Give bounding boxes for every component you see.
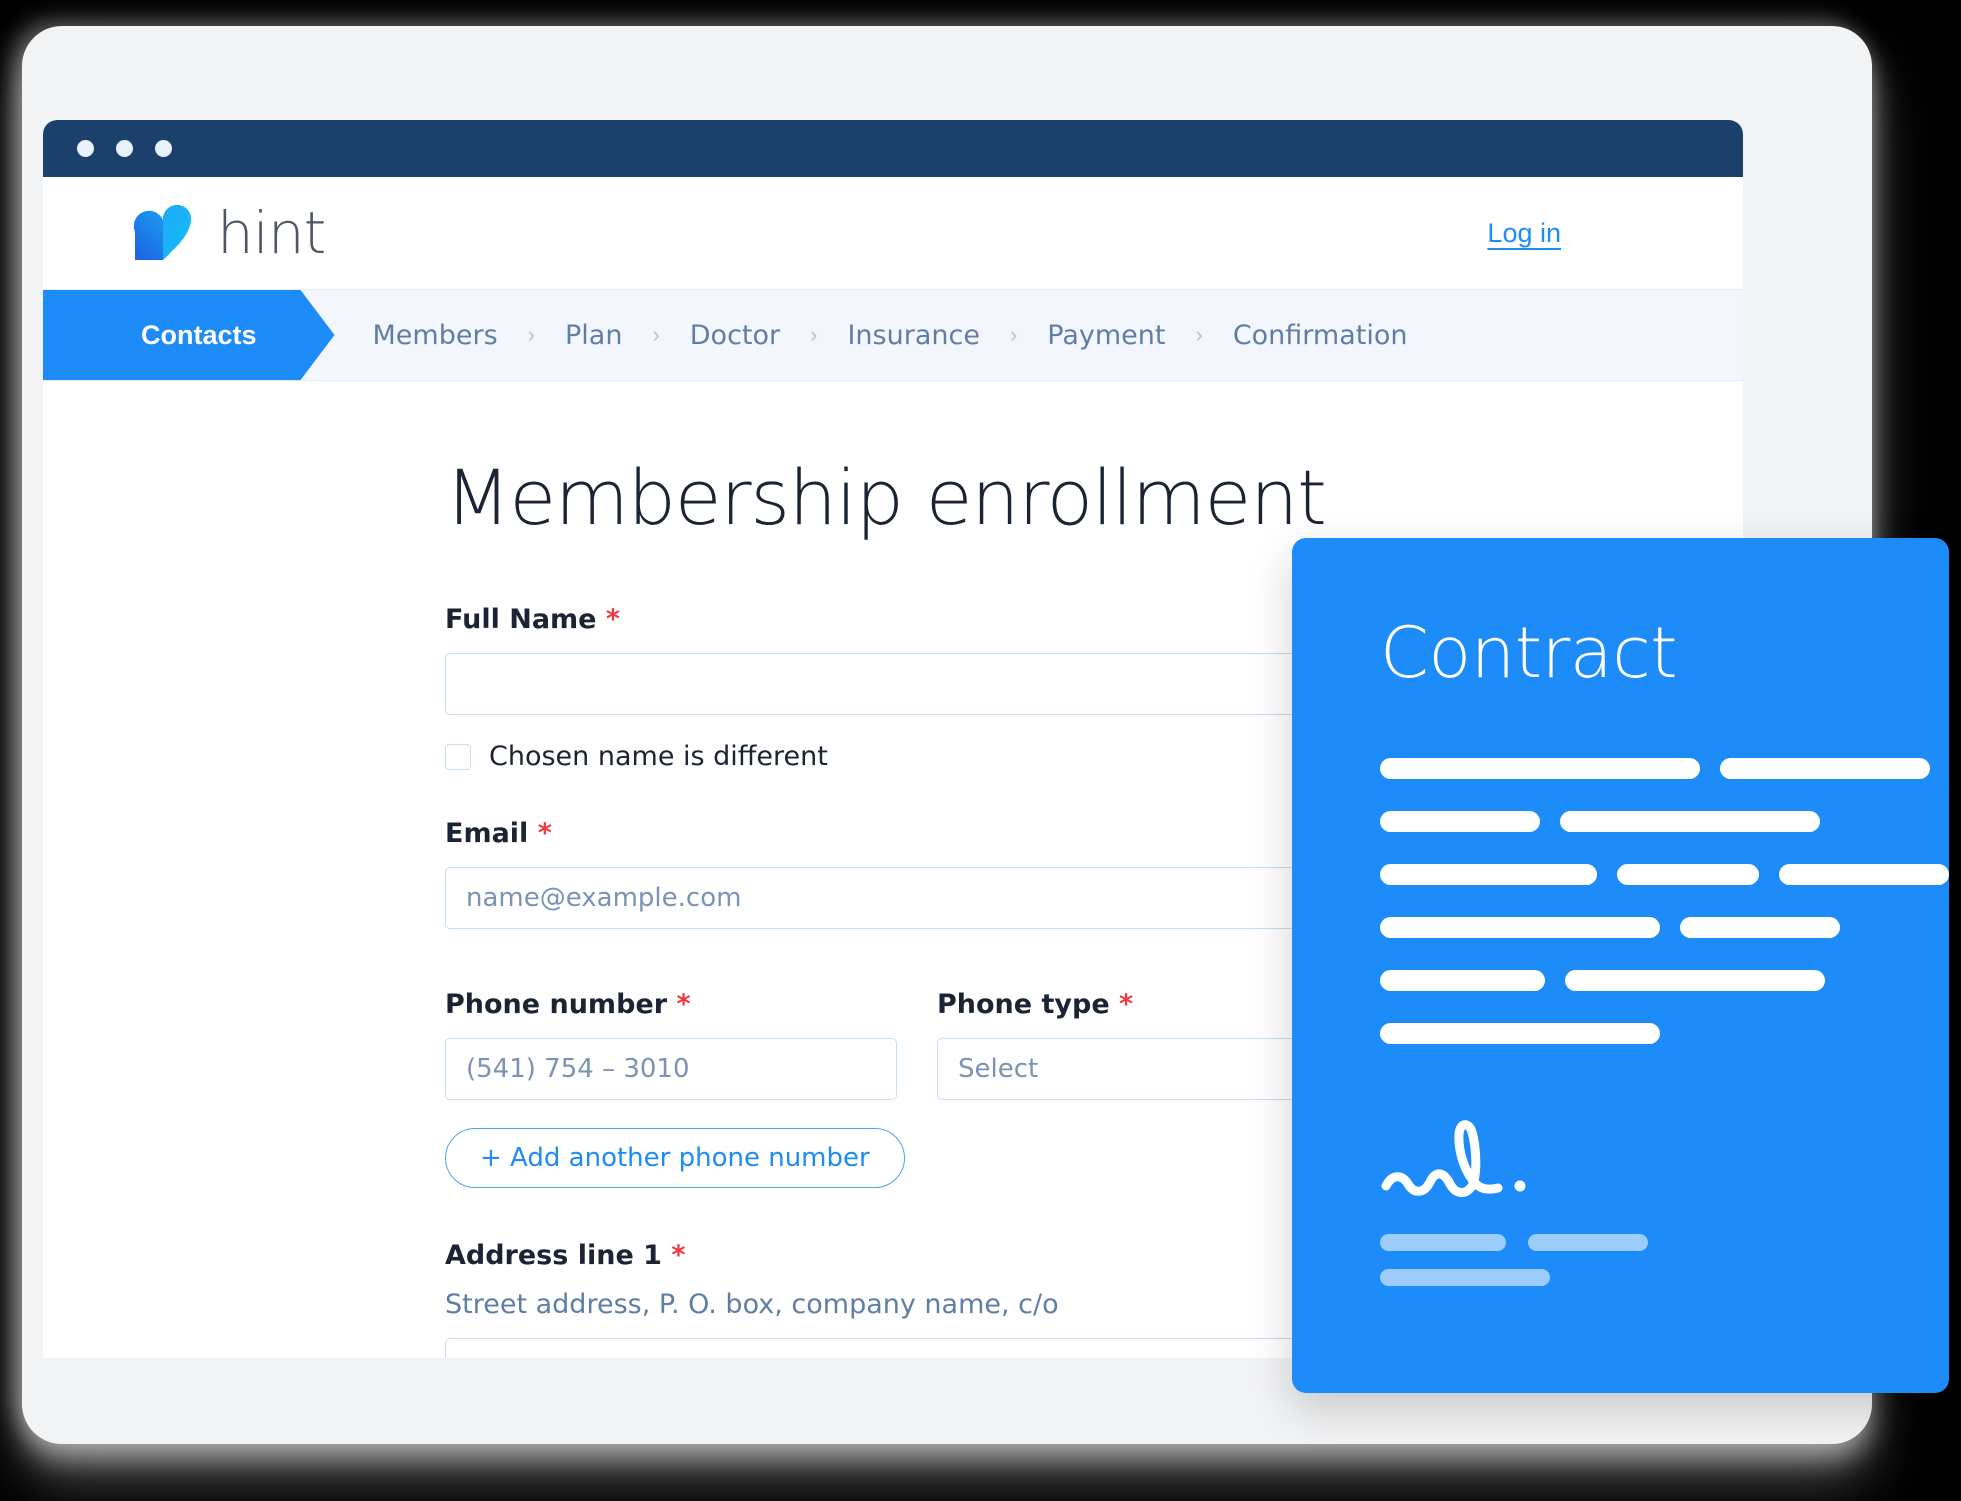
contract-title: Contract xyxy=(1380,612,1678,694)
contract-text-bar xyxy=(1680,917,1840,938)
step-insurance[interactable]: Insurance xyxy=(839,320,987,351)
chevron-right-icon: › xyxy=(1195,322,1203,347)
required-asterisk: * xyxy=(1119,989,1134,1020)
signature-text-bar xyxy=(1380,1234,1506,1251)
contract-text-bar xyxy=(1617,864,1759,885)
signature-placeholder-lines xyxy=(1380,1234,1949,1286)
step-plan[interactable]: Plan xyxy=(557,320,630,351)
step-payment[interactable]: Payment xyxy=(1039,320,1173,351)
contract-line-row xyxy=(1380,917,1949,938)
signature-line-row xyxy=(1380,1234,1949,1251)
step-doctor[interactable]: Doctor xyxy=(682,320,788,351)
full-name-label-text: Full Name xyxy=(445,604,597,635)
browser-titlebar xyxy=(43,120,1743,177)
full-name-input[interactable] xyxy=(445,653,1301,715)
signature-block xyxy=(1380,1116,1949,1286)
contract-text-bar xyxy=(1720,758,1930,779)
step-members[interactable]: Members xyxy=(365,320,506,351)
contract-text-bar xyxy=(1565,970,1825,991)
heart-logo-icon xyxy=(133,204,191,260)
contract-line-row xyxy=(1380,811,1949,832)
contract-text-bar xyxy=(1380,970,1545,991)
phone-type-group: Phone type * Select xyxy=(937,989,1301,1100)
contract-text-bar xyxy=(1560,811,1820,832)
required-asterisk: * xyxy=(537,818,552,849)
chosen-name-checkbox[interactable] xyxy=(445,743,471,770)
contract-text-bar xyxy=(1380,811,1540,832)
address-line-1-input[interactable] xyxy=(445,1338,1301,1358)
contract-card: Contract xyxy=(1292,538,1949,1393)
site-header: hint Log in xyxy=(43,177,1743,289)
contract-text-bar xyxy=(1380,758,1700,779)
contract-body-lines xyxy=(1380,758,1949,1044)
phone-number-label-text: Phone number xyxy=(445,989,668,1020)
email-input[interactable]: name@example.com xyxy=(445,867,1301,929)
step-list: Members › Plan › Doctor › Insurance › Pa… xyxy=(335,290,1416,380)
required-asterisk: * xyxy=(605,604,621,635)
contract-text-bar xyxy=(1778,864,1949,885)
chevron-right-icon: › xyxy=(527,322,535,347)
contract-text-bar xyxy=(1380,1023,1660,1044)
contract-text-bar xyxy=(1380,917,1660,938)
contract-line-row xyxy=(1380,864,1949,885)
chevron-right-icon: › xyxy=(652,322,660,347)
add-another-phone-button[interactable]: + Add another phone number xyxy=(445,1128,905,1188)
email-label-text: Email xyxy=(445,818,529,849)
chevron-right-icon: › xyxy=(810,322,818,347)
contract-line-row xyxy=(1380,970,1949,991)
brand-name: hint xyxy=(217,199,326,267)
screenshot-root: hint Log in Contacts Members › Plan › Do… xyxy=(0,0,1961,1501)
handwritten-signature-icon xyxy=(1381,1120,1526,1197)
minimize-dot-icon[interactable] xyxy=(116,140,133,157)
phone-type-select[interactable]: Select xyxy=(937,1038,1301,1100)
address-line-1-label-text: Address line 1 xyxy=(445,1240,662,1271)
phone-type-label: Phone type * xyxy=(937,989,1301,1020)
page-title: Membership enrollment xyxy=(445,453,1327,542)
required-asterisk: * xyxy=(676,989,691,1020)
signature-text-bar xyxy=(1380,1269,1550,1286)
phone-type-label-text: Phone type xyxy=(937,989,1110,1020)
step-confirmation[interactable]: Confirmation xyxy=(1225,320,1416,351)
login-link[interactable]: Log in xyxy=(1487,218,1697,249)
enrollment-steps: Contacts Members › Plan › Doctor › Insur… xyxy=(43,289,1743,381)
maximize-dot-icon[interactable] xyxy=(155,140,172,157)
phone-number-label: Phone number * xyxy=(445,989,897,1020)
signature-line-row xyxy=(1380,1269,1949,1286)
contract-text-bar xyxy=(1380,864,1598,885)
phone-number-input[interactable]: (541) 754 – 3010 xyxy=(445,1038,897,1100)
chosen-name-label: Chosen name is different xyxy=(489,741,828,772)
contract-line-row xyxy=(1380,758,1949,779)
required-asterisk: * xyxy=(671,1240,686,1271)
close-dot-icon[interactable] xyxy=(77,140,94,157)
phone-number-group: Phone number * (541) 754 – 3010 xyxy=(445,989,897,1100)
brand[interactable]: hint xyxy=(131,199,326,267)
chevron-right-icon: › xyxy=(1009,322,1018,347)
step-contacts[interactable]: Contacts xyxy=(43,290,335,380)
signature-text-bar xyxy=(1528,1234,1648,1251)
contract-line-row xyxy=(1380,1023,1949,1044)
